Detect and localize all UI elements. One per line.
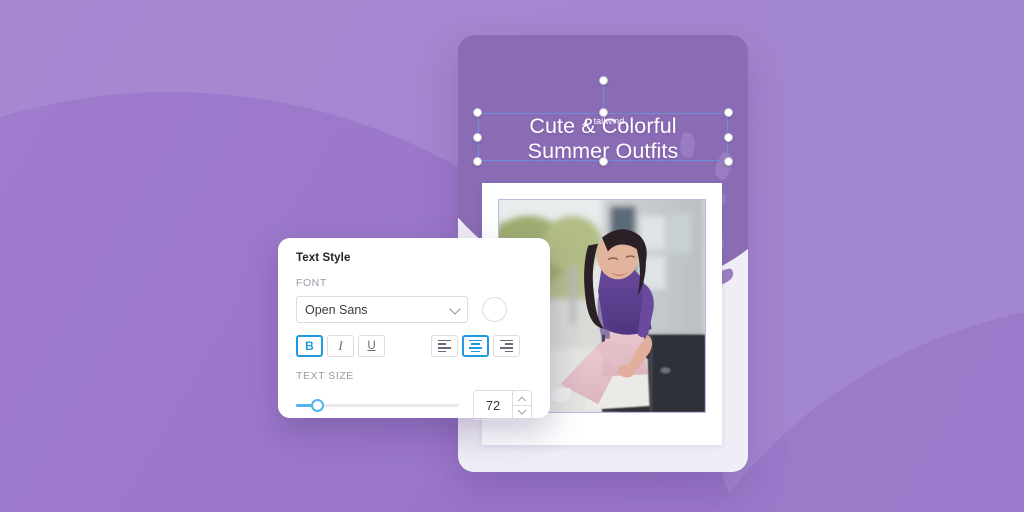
slider-thumb[interactable] [310,398,324,412]
selected-text-box[interactable]: Cute & Colorful Summer Outfits [473,76,733,166]
align-right-button[interactable] [493,335,520,357]
format-button-row: B I U [296,335,532,357]
resize-handle-bottom-center[interactable] [598,157,608,166]
align-left-button[interactable] [431,335,458,357]
text-size-value[interactable]: 72 [474,391,512,419]
text-size-slider[interactable] [296,398,460,412]
font-label: FONT [296,277,327,289]
align-center-button[interactable] [462,335,489,357]
text-align-group [431,335,520,357]
resize-handle-bottom-left[interactable] [473,157,482,166]
text-size-stepper[interactable]: 72 [473,390,532,420]
resize-handle-bottom-right[interactable] [724,157,733,166]
italic-glyph: I [338,338,343,353]
resize-handle-middle-right[interactable] [724,132,733,142]
resize-handle-top-right[interactable] [724,108,733,117]
rotate-handle[interactable] [598,76,608,85]
font-row: Open Sans [296,296,532,323]
align-right-icon [500,339,513,353]
bold-glyph: B [305,339,314,353]
font-select[interactable]: Open Sans [296,296,468,323]
chevron-down-icon [449,302,461,315]
text-color-swatch[interactable] [482,297,507,322]
stepper-arrows [512,391,531,419]
text-size-label: TEXT SIZE [296,370,354,382]
underline-glyph: U [367,340,376,352]
stepper-decrement-button[interactable] [513,404,531,420]
resize-handle-top-center[interactable] [598,108,608,117]
panel-title: Text Style [296,252,351,264]
screenshot-stage: tailwind Cute & Colorful Summer Outfits [0,0,1024,512]
underline-button[interactable]: U [358,335,385,357]
stepper-increment-button[interactable] [513,391,531,405]
chevron-down-icon [517,406,527,416]
resize-handle-middle-left[interactable] [473,132,482,142]
align-left-icon [438,339,451,353]
text-style-panel[interactable]: Text Style FONT Open Sans B I U TEXT SIZ… [278,238,550,420]
font-select-value: Open Sans [305,302,368,317]
align-center-icon [469,339,482,353]
text-format-group: B I U [296,335,385,357]
resize-handle-top-left[interactable] [473,108,482,117]
text-size-row: 72 [296,390,532,420]
italic-button[interactable]: I [327,335,354,357]
bold-button[interactable]: B [296,335,323,357]
